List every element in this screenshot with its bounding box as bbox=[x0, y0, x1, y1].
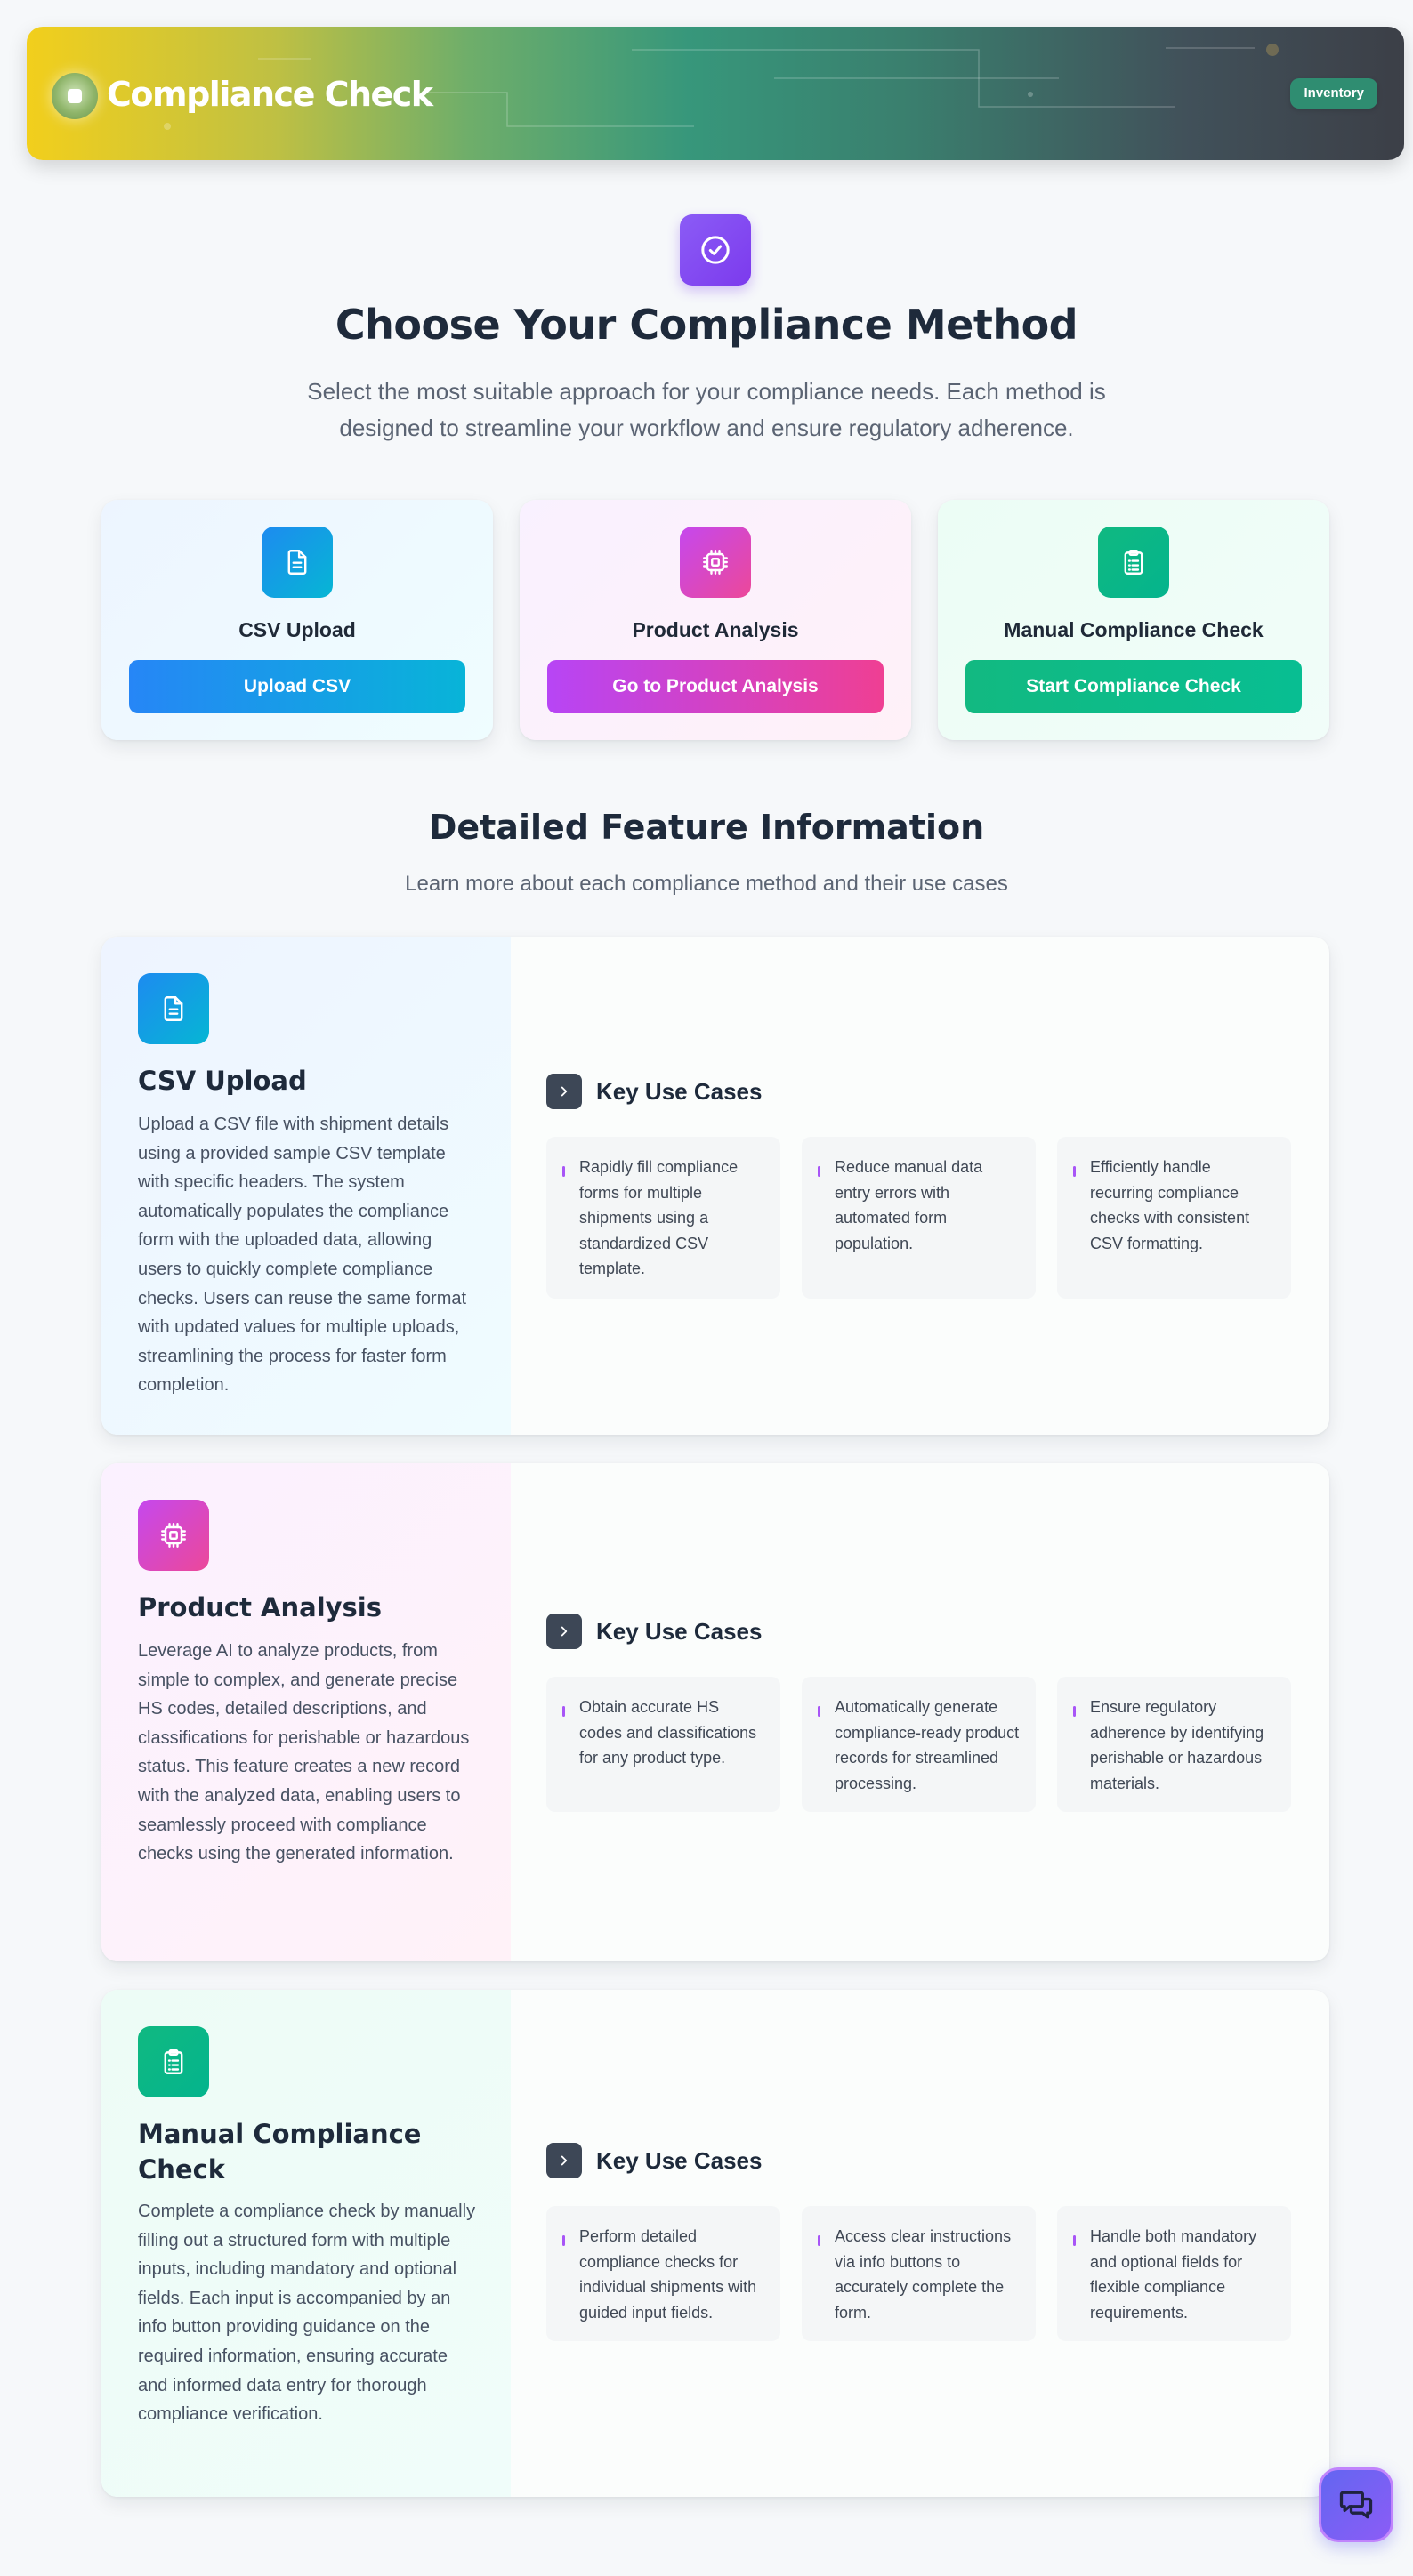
go-to-product-analysis-button[interactable]: Go to Product Analysis bbox=[547, 660, 884, 713]
method-card-product-analysis: Product Analysis Go to Product Analysis bbox=[520, 500, 911, 740]
clipboard-icon bbox=[138, 2026, 209, 2097]
use-case-text: Obtain accurate HS codes and classificat… bbox=[579, 1698, 757, 1767]
feature-description: Leverage AI to analyze products, from si… bbox=[138, 1641, 470, 1864]
method-card-manual-check: Manual Compliance Check Start Compliance… bbox=[938, 500, 1329, 740]
use-case-card: Access clear instructions via info butto… bbox=[802, 2206, 1036, 2341]
use-case-card: Reduce manual data entry errors with aut… bbox=[802, 1137, 1036, 1299]
use-case-text: Efficiently handle recurring compliance … bbox=[1090, 1158, 1250, 1252]
document-icon bbox=[138, 973, 209, 1044]
use-case-card: Automatically generate compliance-ready … bbox=[802, 1677, 1036, 1812]
use-case-card: Handle both mandatory and optional field… bbox=[1057, 2206, 1291, 2341]
feature-info-panel: Product Analysis Leverage AI to analyze … bbox=[101, 1463, 511, 1961]
feature-card-csv-upload: CSV Upload Upload a CSV file with shipme… bbox=[101, 937, 1329, 1435]
logo-icon bbox=[52, 73, 98, 119]
method-card-csv-upload: CSV Upload Upload CSV bbox=[101, 500, 493, 740]
clipboard-icon bbox=[1098, 527, 1169, 598]
key-use-cases-label: Key Use Cases bbox=[596, 2146, 763, 2174]
use-case-text: Rapidly fill compliance forms for multip… bbox=[579, 1158, 739, 1277]
feature-title: Manual Compliance Check bbox=[138, 2119, 422, 2185]
start-compliance-check-button[interactable]: Start Compliance Check bbox=[965, 660, 1302, 713]
upload-csv-button[interactable]: Upload CSV bbox=[129, 660, 465, 713]
feature-title: Product Analysis bbox=[138, 1592, 382, 1622]
chevron-right-icon bbox=[546, 1614, 582, 1649]
feature-info-panel: CSV Upload Upload a CSV file with shipme… bbox=[101, 937, 511, 1435]
use-case-card: Perform detailed compliance checks for i… bbox=[546, 2206, 780, 2341]
page-subtitle: Select the most suitable approach for yo… bbox=[307, 378, 1106, 441]
section-subtitle: Learn more about each compliance method … bbox=[405, 872, 1008, 896]
use-case-text: Automatically generate compliance-ready … bbox=[835, 1698, 1020, 1792]
bullet-marker bbox=[562, 1706, 565, 1717]
key-use-cases-label: Key Use Cases bbox=[596, 1617, 763, 1645]
app-header: Compliance Check Inventory bbox=[27, 27, 1404, 160]
method-title: Manual Compliance Check bbox=[1004, 618, 1264, 641]
bullet-marker bbox=[1073, 2235, 1076, 2246]
feature-card-manual-check: Manual Compliance Check Complete a compl… bbox=[101, 1990, 1329, 2497]
key-use-cases-label: Key Use Cases bbox=[596, 1077, 763, 1105]
bullet-marker bbox=[562, 1166, 565, 1177]
bullet-marker bbox=[818, 2235, 820, 2246]
bullet-marker bbox=[1073, 1166, 1076, 1177]
use-case-text: Reduce manual data entry errors with aut… bbox=[835, 1158, 983, 1252]
chevron-right-icon bbox=[546, 2143, 582, 2178]
use-case-text: Handle both mandatory and optional field… bbox=[1090, 2227, 1257, 2322]
use-case-card: Obtain accurate HS codes and classificat… bbox=[546, 1677, 780, 1812]
key-use-cases-heading: Key Use Cases bbox=[546, 1614, 762, 1649]
method-title: Product Analysis bbox=[632, 618, 799, 641]
inventory-button[interactable]: Inventory bbox=[1290, 78, 1377, 109]
use-case-text: Access clear instructions via info butto… bbox=[835, 2227, 1012, 2322]
document-icon bbox=[262, 527, 333, 598]
chat-bubbles-icon bbox=[1339, 2491, 1373, 2519]
chevron-right-icon bbox=[546, 1074, 582, 1109]
bullet-marker bbox=[818, 1166, 820, 1177]
chat-button[interactable] bbox=[1319, 2467, 1393, 2542]
bullet-marker bbox=[1073, 1706, 1076, 1717]
section-title: Detailed Feature Information bbox=[428, 808, 985, 847]
use-case-text: Ensure regulatory adherence by identifyi… bbox=[1090, 1698, 1264, 1792]
page-title: Choose Your Compliance Method bbox=[335, 301, 1078, 349]
feature-card-product-analysis: Product Analysis Leverage AI to analyze … bbox=[101, 1463, 1329, 1961]
use-case-card: Ensure regulatory adherence by identifyi… bbox=[1057, 1677, 1291, 1812]
bullet-marker bbox=[818, 1706, 820, 1717]
cpu-chip-icon bbox=[680, 527, 751, 598]
key-use-cases-heading: Key Use Cases bbox=[546, 2143, 762, 2178]
feature-info-panel: Manual Compliance Check Complete a compl… bbox=[101, 1990, 511, 2497]
cpu-chip-icon bbox=[138, 1500, 209, 1571]
key-use-cases-heading: Key Use Cases bbox=[546, 1074, 762, 1109]
feature-description: Upload a CSV file with shipment details … bbox=[138, 1115, 467, 1396]
app-title: Compliance Check bbox=[107, 75, 433, 114]
feature-description: Complete a compliance check by manually … bbox=[138, 2202, 476, 2425]
bullet-marker bbox=[562, 2235, 565, 2246]
use-case-text: Perform detailed compliance checks for i… bbox=[579, 2227, 757, 2322]
use-case-card: Rapidly fill compliance forms for multip… bbox=[546, 1137, 780, 1299]
method-title: CSV Upload bbox=[238, 618, 356, 641]
check-circle-icon bbox=[680, 214, 751, 286]
feature-title: CSV Upload bbox=[138, 1066, 307, 1096]
use-case-card: Efficiently handle recurring compliance … bbox=[1057, 1137, 1291, 1299]
